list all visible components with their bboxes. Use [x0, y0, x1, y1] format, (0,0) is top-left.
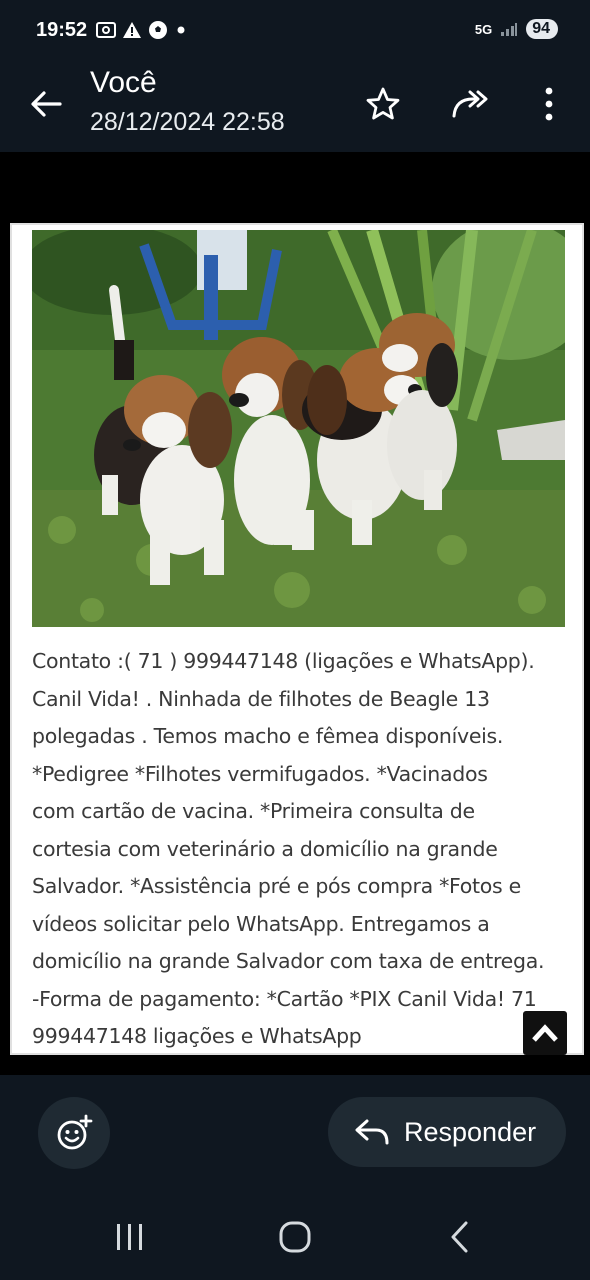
forward-button[interactable] [448, 82, 492, 126]
status-system-icons: 5G 94 [475, 19, 558, 39]
sender-name: Você [90, 66, 157, 99]
star-button[interactable] [361, 82, 405, 126]
caption-line: Salvador. *Assistência pré e pós compra … [32, 874, 521, 898]
recents-icon [117, 1224, 142, 1250]
reply-button[interactable]: Responder [328, 1097, 566, 1167]
caption-line: Canil Vida! . Ninhada de filhotes de Bea… [32, 686, 490, 711]
caption-line: cortesia com veterinário a domicílio na … [32, 836, 498, 861]
signal-icon [501, 23, 518, 36]
nav-recents-button[interactable] [100, 1215, 160, 1259]
battery-level: 94 [526, 19, 558, 39]
bottom-action-bar: Responder [0, 1075, 590, 1280]
warning-icon [123, 22, 141, 38]
caption-line: -Forma de pagamento: *Cartão *PIX Canil … [32, 986, 537, 1011]
add-reaction-icon [57, 1114, 93, 1150]
caption-line: domicílio na grande Salvador com taxa de… [32, 949, 545, 973]
caption-line: vídeos solicitar pelo WhatsApp. Entregam… [32, 911, 490, 936]
message-caption: Contato :( 71 ) 999447148 (ligações e Wh… [32, 643, 566, 1056]
photo-illustration [32, 230, 565, 627]
caption-line: com cartão de vacina. *Primeira consulta… [32, 799, 475, 823]
back-button[interactable] [26, 84, 66, 124]
reply-label: Responder [404, 1116, 537, 1147]
nav-home-button[interactable] [265, 1215, 325, 1259]
caption-line: *Pedigree *Filhotes vermifugados. *Vacin… [32, 761, 488, 786]
status-time: 19:52 [36, 19, 88, 41]
back-arrow-icon [31, 91, 62, 117]
more-vert-icon [545, 87, 553, 121]
caption-line: 999447148 ligações e WhatsApp [32, 1024, 362, 1048]
network-type: 5G [474, 21, 493, 37]
reply-icon [355, 1119, 389, 1145]
nav-back-button[interactable] [430, 1215, 490, 1259]
caption-line: Contato :( 71 ) 999447148 (ligações e Wh… [32, 649, 535, 673]
caption-line: polegadas . Temos macho e fêmea disponív… [32, 724, 504, 748]
more-options-button[interactable] [527, 82, 571, 126]
react-button[interactable] [38, 1097, 110, 1169]
status-notification-icons [96, 20, 188, 40]
star-icon [366, 87, 400, 120]
screenshot-icon [96, 22, 116, 38]
dot-icon [177, 26, 185, 34]
home-icon [279, 1221, 311, 1253]
status-bar: 19:52 5G 94 [0, 0, 590, 62]
scroll-up-button[interactable] [523, 1011, 567, 1055]
app-header: Você 28/12/2024 22:58 [0, 62, 590, 152]
chevron-up-icon [532, 1024, 558, 1042]
back-icon [451, 1221, 468, 1253]
message-timestamp: 28/12/2024 22:58 [90, 108, 285, 136]
beagle-puppies-photo[interactable] [32, 230, 565, 627]
message-card: Contato :( 71 ) 999447148 (ligações e Wh… [10, 223, 584, 1055]
soccer-ball-icon [149, 21, 167, 39]
forward-icon [452, 90, 488, 118]
